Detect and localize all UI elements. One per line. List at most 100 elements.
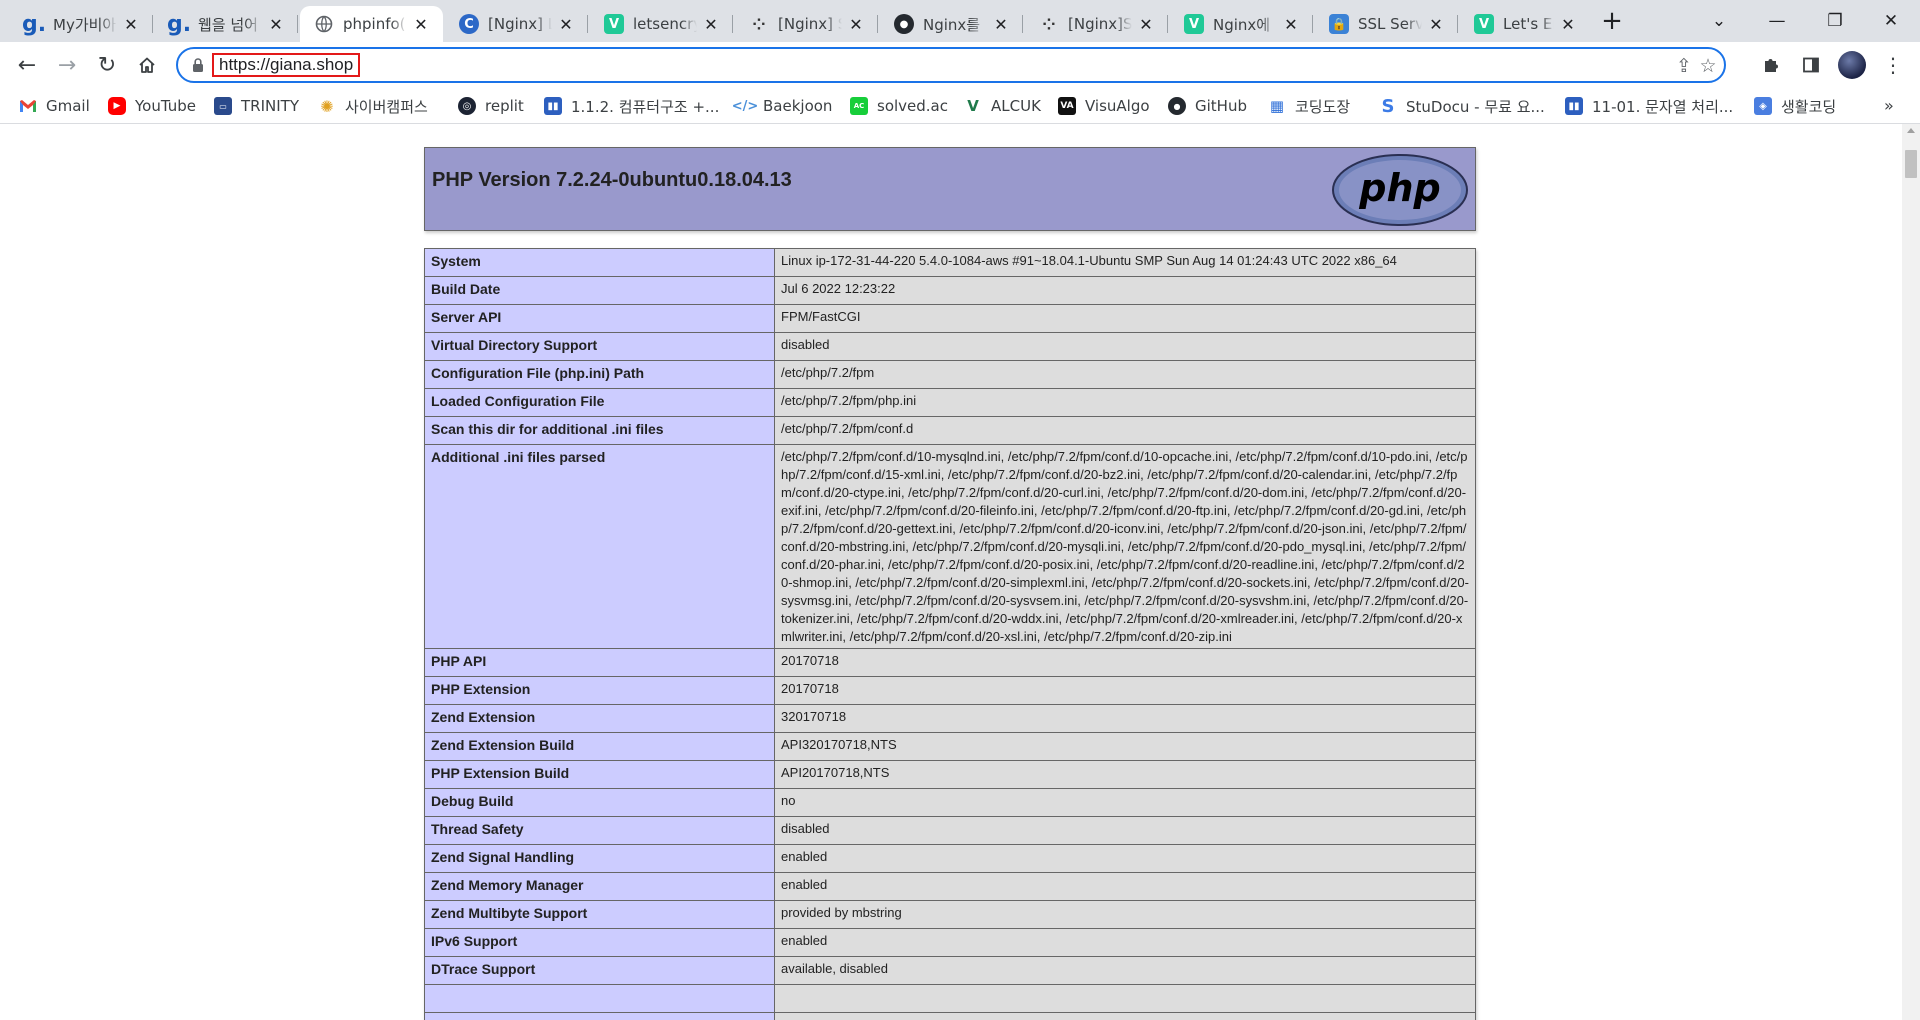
bookmark-replit[interactable]: ◎ replit	[458, 93, 524, 119]
table-row: Debug Build no	[424, 788, 1476, 817]
bookmark-label: VisuAlgo	[1085, 97, 1150, 115]
bookmark-label: 1.1.2. 컴퓨터구조 +...	[571, 97, 720, 116]
bookmark-github[interactable]: ● GitHub	[1168, 93, 1247, 119]
close-icon[interactable]: ✕	[1560, 15, 1576, 34]
close-icon[interactable]: ✕	[413, 15, 429, 34]
bookmark-icon: ▮▮	[1565, 97, 1583, 115]
bookmark-gmail[interactable]: Gmail	[19, 93, 90, 119]
php-logo-text: php	[1358, 166, 1440, 210]
minimize-button[interactable]: —	[1748, 0, 1806, 42]
tab-0[interactable]: g. My가비아 ✕	[10, 6, 153, 42]
restore-button[interactable]: ❐	[1806, 0, 1864, 42]
tab-separator	[1457, 15, 1458, 33]
tab-1[interactable]: g. 웹을 넘어 ✕	[155, 6, 298, 42]
kebab-menu-icon[interactable]: ⋮	[1879, 51, 1907, 79]
row-key: Configuration File (php.ini) Path	[424, 360, 775, 389]
bookmark-studocu[interactable]: S StuDocu - 무료 요...	[1379, 93, 1545, 119]
tab-4[interactable]: V letsencrypt ✕	[590, 6, 733, 42]
close-icon[interactable]: ✕	[1283, 15, 1299, 34]
bookmark-visualgo[interactable]: VA VisuAlgo	[1058, 93, 1150, 119]
bookmark-computer-architecture[interactable]: ▮▮ 1.1.2. 컴퓨터구조 +...	[544, 93, 719, 119]
new-tab-button[interactable]: +	[1596, 6, 1628, 38]
home-icon[interactable]	[131, 49, 163, 81]
row-key: Debug Build	[424, 788, 775, 817]
tab-title: letsencrypt	[633, 15, 697, 33]
bookmark-string-processing[interactable]: ▮▮ 11-01. 문자열 처리...	[1565, 93, 1733, 119]
extensions-puzzle-icon[interactable]	[1757, 51, 1785, 79]
bookmark-trinity[interactable]: ▭ TRINITY	[214, 93, 299, 119]
bookmark-label: TRINITY	[241, 97, 299, 115]
lock-icon[interactable]	[192, 57, 204, 73]
row-value: Linux ip-172-31-44-220 5.4.0-1084-aws #9…	[774, 248, 1476, 277]
back-arrow-icon[interactable]: ←	[11, 49, 43, 81]
reload-icon[interactable]: ↻	[91, 49, 123, 81]
row-value: /etc/php/7.2/fpm/conf.d/10-mysqlnd.ini, …	[774, 444, 1476, 649]
row-value: 320170718	[774, 704, 1476, 733]
bookmark-cybercampus[interactable]: ✺ 사이버캠퍼스	[318, 93, 428, 119]
tab-3[interactable]: C [Nginx] Let's ✕	[445, 6, 588, 42]
close-window-button[interactable]: ✕	[1862, 0, 1920, 42]
close-icon[interactable]: ✕	[848, 15, 864, 34]
side-panel-icon[interactable]	[1797, 51, 1825, 79]
bookmark-label: GitHub	[1195, 97, 1247, 115]
php-logo[interactable]: php	[1331, 153, 1469, 227]
browser-toolbar: ← → ↻ https://giana.shop ⇪ ☆ ⋮	[0, 42, 1920, 88]
dots-icon: ⁘	[752, 14, 766, 34]
campus-icon: ✺	[320, 96, 334, 116]
tab-separator	[152, 15, 153, 33]
row-value: disabled	[774, 816, 1476, 845]
tab-2-active[interactable]: phpinfo() ✕	[300, 6, 443, 42]
tab-7[interactable]: ⁘ [Nginx]SSL ✕	[1025, 6, 1168, 42]
address-bar[interactable]: https://giana.shop ⇪ ☆	[176, 47, 1726, 83]
php-version-header: PHP Version 7.2.24-0ubuntu0.18.04.13 php	[424, 147, 1476, 231]
row-value: /etc/php/7.2/fpm/conf.d	[774, 416, 1476, 445]
scroll-up-arrow-icon[interactable]	[1907, 128, 1915, 133]
share-icon[interactable]: ⇪	[1672, 55, 1696, 79]
tab-separator	[1312, 15, 1313, 33]
bookmarks-overflow-icon[interactable]: »	[1884, 96, 1894, 115]
table-row: PHP API 20170718	[424, 648, 1476, 677]
close-icon[interactable]: ✕	[558, 15, 574, 34]
url-text[interactable]: https://giana.shop	[212, 53, 361, 77]
bookmark-label: 11-01. 문자열 처리...	[1592, 97, 1734, 116]
bookmark-youtube[interactable]: ▶ YouTube	[108, 93, 196, 119]
forward-arrow-icon[interactable]: →	[51, 49, 83, 81]
tab-6[interactable]: ● Nginx를 ✕	[880, 6, 1023, 42]
tab-10[interactable]: V Let's Encrypt ✕	[1460, 6, 1590, 42]
tab-5[interactable]: ⁘ [Nginx] SSL ✕	[735, 6, 878, 42]
dots-icon: ⁘	[1042, 14, 1056, 34]
close-icon[interactable]: ✕	[123, 15, 139, 34]
bookmark-opentutorials[interactable]: ◈ 생활코딩	[1754, 93, 1836, 119]
table-row: IPv6 Support enabled	[424, 928, 1476, 957]
close-icon[interactable]: ✕	[1428, 15, 1444, 34]
tab-search-icon[interactable]: ⌄	[1690, 0, 1748, 42]
replit-icon: ◎	[458, 97, 476, 115]
row-key: Server API	[424, 304, 775, 333]
scrollbar-thumb[interactable]	[1905, 150, 1917, 178]
bookmark-label: Baekjoon	[763, 97, 833, 115]
close-icon[interactable]: ✕	[1138, 15, 1154, 34]
tab-title: Nginx에	[1213, 15, 1271, 34]
bookmark-alcuk[interactable]: V ALCUK	[964, 93, 1041, 119]
tab-8[interactable]: V Nginx에 ✕	[1170, 6, 1313, 42]
bookmark-star-icon[interactable]: ☆	[1696, 55, 1720, 79]
bookmark-solvedac[interactable]: AC solved.ac	[850, 93, 948, 119]
tab-9[interactable]: 🔒 SSL Server ✕	[1315, 6, 1458, 42]
code-icon: </>	[731, 98, 759, 114]
row-value: /etc/php/7.2/fpm/php.ini	[774, 388, 1476, 417]
close-icon[interactable]: ✕	[703, 15, 719, 34]
close-icon[interactable]: ✕	[993, 15, 1009, 34]
row-key	[424, 984, 775, 1013]
profile-avatar[interactable]	[1838, 51, 1866, 79]
lock-icon: 🔒	[1329, 14, 1349, 34]
page-scrollbar[interactable]	[1902, 124, 1920, 1020]
opentutorials-icon: ◈	[1754, 97, 1772, 115]
table-row: Zend Extension Build API320170718,NTS	[424, 732, 1476, 761]
bookmark-dojang[interactable]: ▦ 코딩도장	[1268, 93, 1350, 119]
c-icon: C	[459, 14, 479, 34]
table-row	[424, 1012, 1476, 1020]
close-icon[interactable]: ✕	[268, 15, 284, 34]
bookmark-baekjoon[interactable]: </> Baekjoon	[731, 93, 833, 119]
alcuk-icon: V	[967, 97, 979, 115]
table-row: Zend Extension 320170718	[424, 704, 1476, 733]
